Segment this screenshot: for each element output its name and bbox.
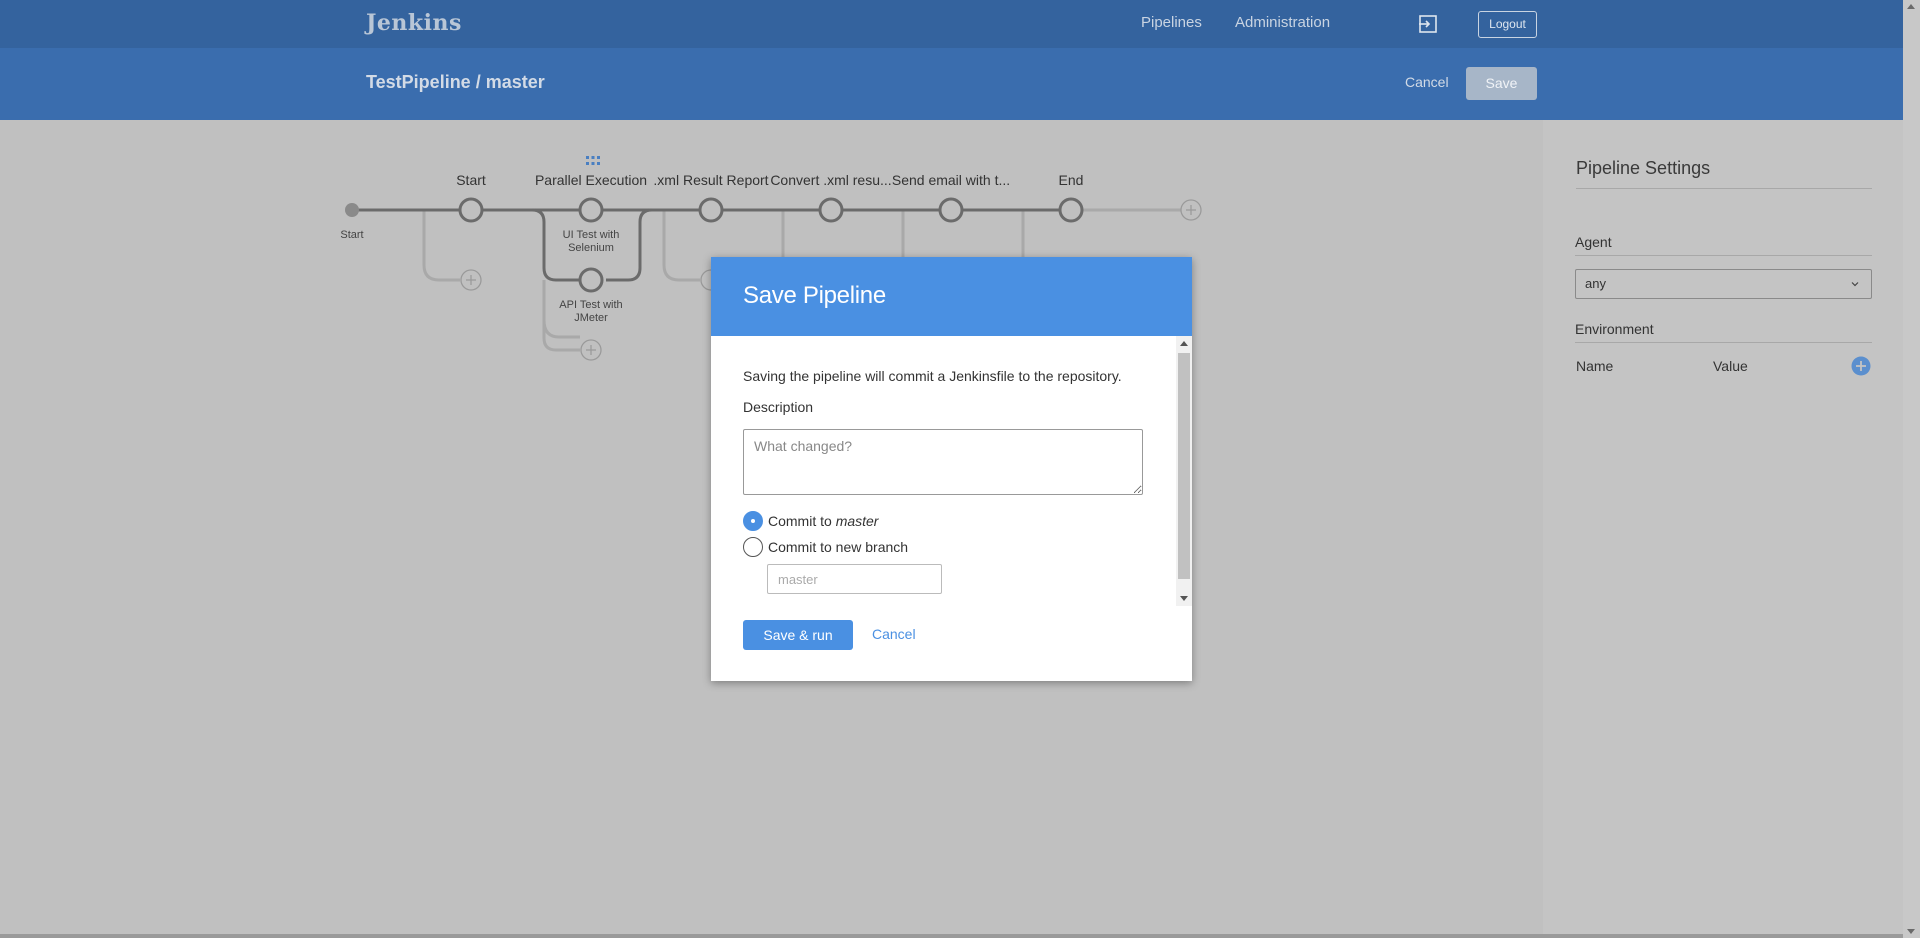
description-input[interactable] — [743, 429, 1143, 495]
top-nav: Jenkins Pipelines Administration Logout — [0, 0, 1903, 48]
add-step-icon[interactable] — [460, 269, 482, 291]
add-parallel-icon[interactable] — [580, 339, 602, 361]
page-scrollbar[interactable] — [1903, 0, 1920, 938]
dialog-body: Saving the pipeline will commit a Jenkin… — [711, 336, 1192, 606]
stage-node-convert[interactable] — [818, 197, 844, 223]
commit-new-branch-label[interactable]: Commit to new branch — [768, 539, 908, 555]
agent-select[interactable]: any — [1575, 269, 1872, 299]
scroll-down-arrow-icon[interactable] — [1180, 596, 1188, 601]
agent-select-value: any — [1585, 276, 1606, 291]
stage-title[interactable]: .xml Result Report — [653, 172, 768, 188]
scroll-down-arrow-icon[interactable] — [1907, 929, 1915, 934]
pipeline-settings-panel: Pipeline Settings Agent any Environment … — [1543, 120, 1903, 938]
scroll-thumb[interactable] — [1178, 353, 1190, 579]
dialog-message: Saving the pipeline will commit a Jenkin… — [743, 368, 1122, 384]
header-save-button[interactable]: Save — [1466, 67, 1537, 100]
divider — [1576, 188, 1872, 189]
branch-name: master — [835, 513, 879, 529]
logout-button[interactable]: Logout — [1478, 11, 1537, 38]
dialog-cancel-button[interactable]: Cancel — [872, 626, 916, 642]
divider — [1575, 255, 1872, 256]
add-variable-icon[interactable] — [1851, 356, 1871, 376]
nav-administration-link[interactable]: Administration — [1235, 14, 1330, 31]
commit-to-master-label[interactable]: Commit to master — [768, 513, 878, 529]
env-value-header: Value — [1713, 358, 1748, 374]
dialog-header: Save Pipeline — [711, 257, 1192, 336]
stage-node-xml-report[interactable] — [698, 197, 724, 223]
stage-node-api-test[interactable] — [578, 267, 604, 293]
settings-title: Pipeline Settings — [1576, 158, 1711, 178]
add-stage-icon[interactable] — [1180, 199, 1202, 221]
stage-title[interactable]: Send email with t... — [892, 172, 1010, 188]
scroll-up-arrow-icon[interactable] — [1907, 4, 1915, 9]
stage-node-send-email[interactable] — [938, 197, 964, 223]
dialog-title: Save Pipeline — [743, 282, 886, 309]
stage-node-ui-test[interactable] — [578, 197, 604, 223]
branch-name-input[interactable] — [767, 564, 942, 594]
env-name-header: Name — [1576, 358, 1614, 374]
branch-label: API Test with JMeter — [559, 299, 623, 324]
save-and-run-button[interactable]: Save & run — [743, 620, 853, 650]
drag-handle-icon[interactable] — [585, 155, 601, 167]
save-pipeline-dialog: Save Pipeline Saving the pipeline will c… — [711, 257, 1192, 681]
header-cancel-button[interactable]: Cancel — [1405, 74, 1449, 90]
stage-title[interactable]: Start — [456, 172, 486, 188]
editor-header: TestPipeline / master Cancel Save — [0, 48, 1903, 120]
chevron-down-icon — [1851, 282, 1859, 287]
commit-new-branch-radio[interactable] — [743, 537, 763, 557]
description-label: Description — [743, 399, 814, 415]
start-node — [345, 203, 359, 217]
dialog-scrollbar[interactable] — [1176, 336, 1192, 606]
scroll-up-arrow-icon[interactable] — [1180, 341, 1188, 346]
agent-label: Agent — [1575, 234, 1612, 250]
stage-node-start[interactable] — [458, 197, 484, 223]
stage-title[interactable]: Parallel Execution — [535, 172, 647, 188]
divider — [1575, 342, 1872, 343]
exit-icon[interactable] — [1417, 13, 1439, 35]
stage-title[interactable]: End — [1059, 172, 1084, 188]
stage-node-end[interactable] — [1058, 197, 1084, 223]
environment-label: Environment — [1575, 321, 1654, 337]
commit-to-master-radio[interactable] — [743, 511, 763, 531]
stage-title[interactable]: Convert .xml resu... — [770, 172, 891, 188]
horizontal-scrollbar[interactable] — [0, 934, 1903, 938]
branch-label: UI Test with Selenium — [562, 229, 620, 254]
jenkins-logo[interactable]: Jenkins — [366, 10, 462, 36]
nav-pipelines-link[interactable]: Pipelines — [1141, 14, 1202, 31]
start-label: Start — [340, 229, 364, 241]
pipeline-title: TestPipeline / master — [366, 72, 545, 92]
